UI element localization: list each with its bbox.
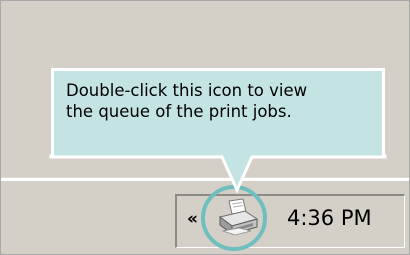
screenshot-frame: « 4:36 PM Double-click this icon to view… <box>0 0 410 255</box>
tooltip-balloon: Double-click this icon to view the queue… <box>51 68 385 156</box>
tooltip-text-line-1: Double-click this icon to view <box>66 81 308 100</box>
tooltip-text-line-2: the queue of the print jobs. <box>66 102 292 121</box>
taskbar-clock[interactable]: 4:36 PM <box>287 206 372 230</box>
show-hidden-icons-button[interactable]: « <box>187 209 198 229</box>
printer-icon-highlight-ring <box>201 185 267 251</box>
